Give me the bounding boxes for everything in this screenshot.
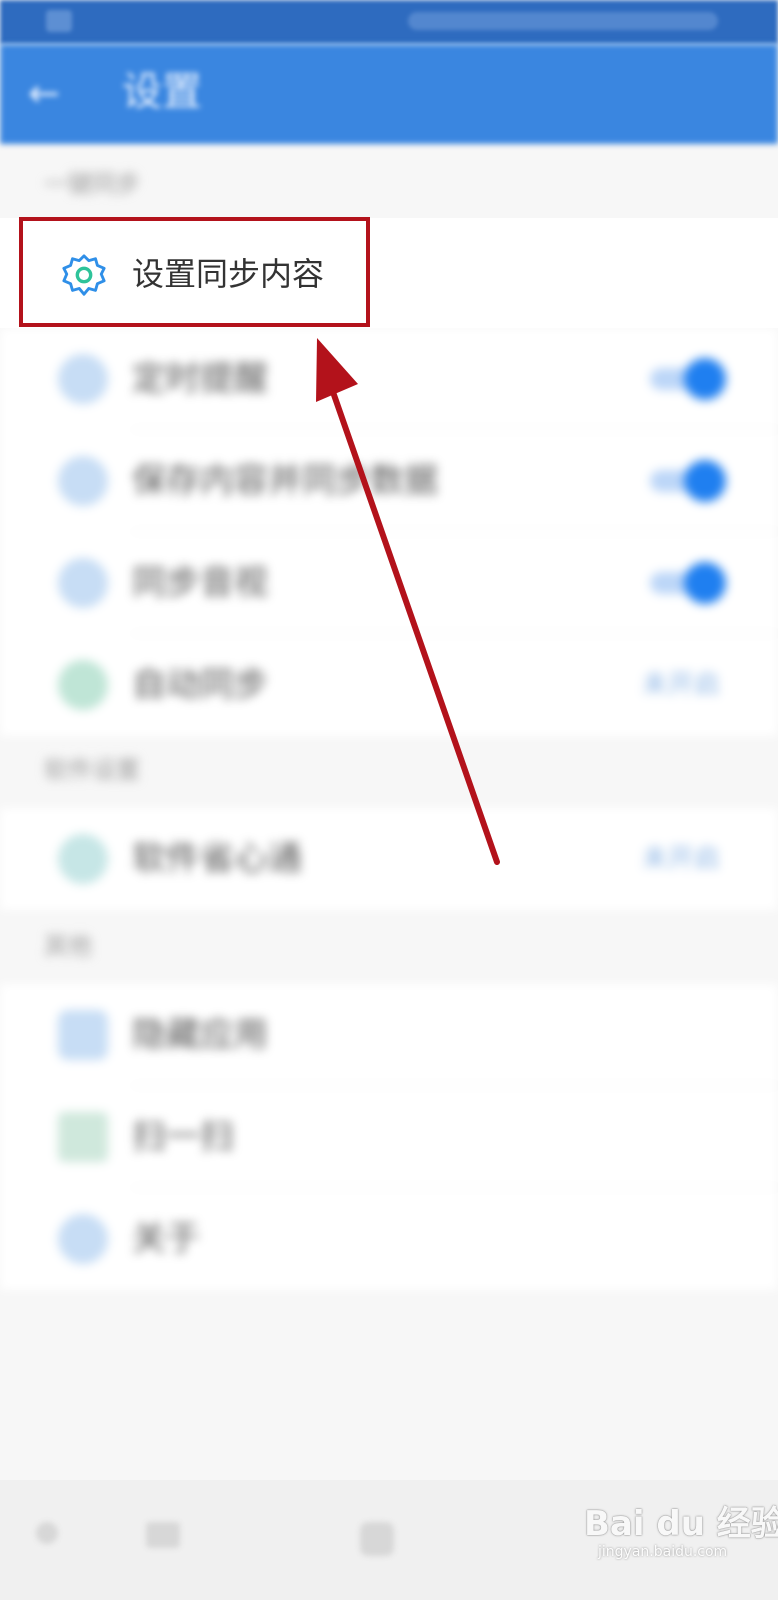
list-item-scan[interactable]: 扫一扫 [0, 1086, 778, 1188]
save-icon [58, 456, 108, 506]
list-item-label: 软件省心通 [132, 839, 302, 879]
list-item-timed-reminder[interactable]: 定时提醒 [0, 328, 778, 430]
sync-icon [58, 558, 108, 608]
list-item-hide-apps[interactable]: 隐藏应用 [0, 984, 778, 1086]
section-label-software: 软件设置 [44, 756, 140, 784]
list-item-label: 扫一扫 [132, 1117, 234, 1157]
back-icon[interactable]: ← [28, 74, 60, 112]
nav-back-icon[interactable] [36, 1522, 58, 1544]
status-notification-icon [46, 10, 72, 32]
list-item-label: 自动同步 [132, 665, 268, 705]
app-bar: ← 设置 [0, 44, 778, 144]
section-label-other: 其他 [44, 932, 92, 960]
toggle-switch[interactable] [646, 460, 726, 502]
info-icon [58, 1214, 108, 1264]
watermark-logo: Bai du 经验 jingyan.baidu.com [584, 1488, 778, 1574]
status-bar [0, 0, 778, 44]
section-label-sync: 一键同步 [44, 170, 140, 198]
list-item-value: 未开启 [641, 670, 720, 700]
list-item-save-sync[interactable]: 保存内容并同步数据 [0, 430, 778, 532]
nav-recent-icon[interactable] [146, 1522, 180, 1548]
toggle-switch[interactable] [646, 358, 726, 400]
nav-home-icon[interactable] [360, 1522, 394, 1556]
list-item-auto-sync[interactable]: 自动同步 未开启 [0, 634, 778, 736]
list-item-label: 隐藏应用 [132, 1015, 268, 1055]
list-item-label: 设置同步内容 [132, 255, 325, 293]
toggle-switch[interactable] [646, 562, 726, 604]
watermark-brand: Bai du 经验 [584, 1504, 778, 1544]
list-item-value: 未开启 [641, 844, 720, 874]
list-item-label: 关于 [132, 1219, 200, 1259]
list-item-set-sync-content[interactable]: 设置同步内容 [19, 217, 370, 327]
status-indicators [408, 12, 718, 30]
list-item-label: 定时提醒 [132, 359, 268, 399]
list-item-sync-media[interactable]: 同步音视 [0, 532, 778, 634]
shield-icon [58, 834, 108, 884]
gear-icon [62, 254, 106, 296]
list-item-label: 保存内容并同步数据 [132, 461, 438, 501]
list-item-about[interactable]: 关于 [0, 1188, 778, 1290]
scan-icon [58, 1112, 108, 1162]
hide-apps-icon [58, 1010, 108, 1060]
auto-sync-icon [58, 660, 108, 710]
watermark-url: jingyan.baidu.com [598, 1544, 728, 1560]
list-item-label: 同步音视 [132, 563, 268, 603]
page-title: 设置 [122, 69, 202, 115]
clock-icon [58, 354, 108, 404]
list-item-software-easy[interactable]: 软件省心通 未开启 [0, 808, 778, 910]
